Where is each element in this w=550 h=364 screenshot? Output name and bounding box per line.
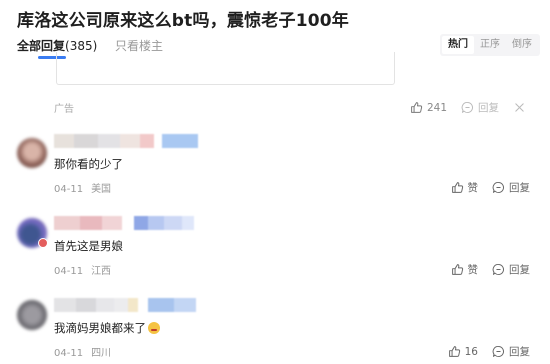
avatar[interactable] [17, 300, 47, 330]
ad-like-count: 241 [426, 101, 447, 114]
like-button[interactable]: 赞 [451, 262, 479, 277]
comment-actions: 赞 回复 [437, 262, 530, 277]
reply-icon [492, 345, 504, 358]
sort-hot[interactable]: 热门 [442, 36, 474, 54]
comment-meta: 04-11 美国 [54, 180, 111, 195]
sort-switcher: 热门 正序 倒序 [440, 34, 540, 56]
like-label: 赞 [467, 182, 479, 194]
ad-like-button[interactable]: 241 [410, 101, 447, 114]
reply-icon [492, 181, 504, 194]
sort-descending[interactable]: 倒序 [506, 36, 538, 54]
thumbs-up-icon [451, 182, 463, 193]
tab-all-label: 全部回复 [17, 39, 66, 53]
username-mosaic[interactable] [54, 134, 198, 148]
comment-date: 04-11 [54, 266, 84, 277]
reply-button[interactable]: 回复 [492, 344, 530, 359]
thumbs-up-icon [448, 346, 460, 357]
avatar-badge [38, 238, 48, 248]
thumbs-up-icon [451, 264, 463, 275]
username-mosaic[interactable] [54, 298, 196, 312]
comment-text: 首先这是男娘 [54, 239, 123, 253]
ad-reply-label: 回复 [478, 102, 499, 114]
comment-date: 04-11 [54, 184, 84, 195]
reply-icon [492, 263, 504, 276]
page-title: 库洛这公司原来这么bt吗，震惊老子100年 [17, 11, 349, 31]
comment-meta: 04-11 四川 [54, 344, 111, 359]
comment-location: 美国 [91, 184, 112, 195]
reply-label: 回复 [509, 182, 530, 194]
reply-icon [461, 101, 473, 114]
comment-meta: 04-11 江西 [54, 262, 111, 277]
ad-close-button[interactable] [513, 101, 530, 114]
comment-actions: 赞 回复 [437, 180, 530, 195]
comment-item: 那你看的少了 04-11 美国 赞 回复 [0, 134, 550, 214]
ad-content-frame[interactable] [56, 52, 395, 85]
reply-label: 回复 [509, 264, 530, 276]
comment-text: 我滴妈男娘都来了 [54, 320, 160, 336]
reply-label: 回复 [509, 346, 530, 358]
like-button[interactable]: 赞 [451, 180, 479, 195]
comment-item: 我滴妈男娘都来了 04-11 四川 16 回复 [0, 298, 550, 364]
comment-text: 那你看的少了 [54, 157, 123, 171]
sort-ascending[interactable]: 正序 [474, 36, 506, 54]
like-label: 赞 [467, 264, 479, 276]
username-mosaic[interactable] [54, 216, 194, 230]
comment-date: 04-11 [54, 348, 84, 359]
like-button[interactable]: 16 [448, 345, 478, 358]
ad-actions: 241 回复 [396, 100, 530, 115]
reply-button[interactable]: 回复 [492, 262, 530, 277]
thumbs-up-icon [411, 102, 423, 113]
comment-text-content: 我滴妈男娘都来了 [54, 321, 146, 335]
comment-item: 首先这是男娘 04-11 江西 赞 回复 [0, 216, 550, 296]
avatar[interactable] [17, 138, 47, 168]
ad-label: 广告 [54, 104, 74, 115]
comment-actions: 16 回复 [434, 344, 530, 359]
like-count: 16 [464, 345, 478, 358]
comment-location: 江西 [91, 266, 112, 277]
crying-emoji-icon [148, 322, 160, 334]
ad-reply-button[interactable]: 回复 [461, 100, 499, 115]
reply-button[interactable]: 回复 [492, 180, 530, 195]
tab-all-count: (385) [65, 39, 98, 53]
comment-location: 四川 [91, 348, 112, 359]
close-icon [515, 103, 524, 112]
